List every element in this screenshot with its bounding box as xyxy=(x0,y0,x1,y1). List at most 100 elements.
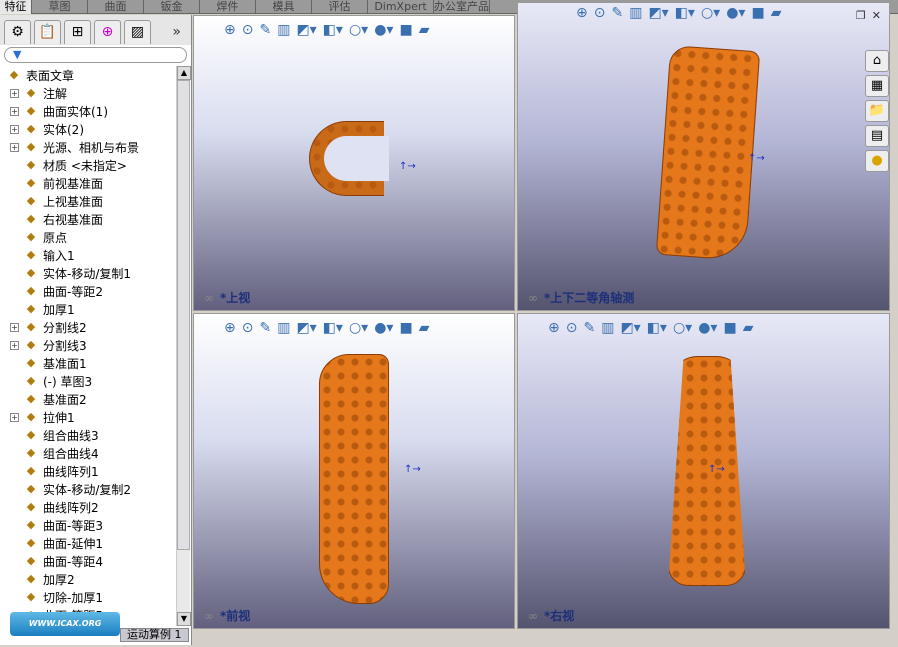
tree-item[interactable]: ◆ 实体-移动/复制1 xyxy=(0,264,176,282)
configuration-manager-tab[interactable]: ⊞ xyxy=(64,20,91,44)
tree-item[interactable]: ◆ 表面文章 xyxy=(0,66,176,84)
tree-item[interactable]: ◆ 材质 <未指定> xyxy=(0,156,176,174)
tree-item[interactable]: ◆ 加厚2 xyxy=(0,570,176,588)
view-tool-icon[interactable]: ⊕ xyxy=(224,320,236,336)
command-tab[interactable]: 焊件 xyxy=(200,0,256,14)
tree-item[interactable]: ◆ 曲线阵列1 xyxy=(0,462,176,480)
view-tool-icon[interactable]: ■ xyxy=(751,5,764,21)
view-tool-icon[interactable]: ○▾ xyxy=(349,22,368,38)
tree-item[interactable]: ◆ 加厚1 xyxy=(0,300,176,318)
view-tool-icon[interactable]: ◩▾ xyxy=(296,320,316,336)
view-tool-icon[interactable]: ⊙ xyxy=(566,320,578,336)
view-tool-icon[interactable]: ○▾ xyxy=(349,320,368,336)
link-views-icon[interactable]: ∞ xyxy=(528,291,538,305)
tree-item[interactable]: ◆ 输入1 xyxy=(0,246,176,264)
tree-scrollbar[interactable]: ▲ ▼ xyxy=(176,66,191,626)
view-tool-icon[interactable]: ●▾ xyxy=(698,320,717,336)
tree-item[interactable]: + ◆ 拉伸1 xyxy=(0,408,176,426)
tree-item[interactable]: ◆ 曲线阵列2 xyxy=(0,498,176,516)
view-tool-icon[interactable]: ▰ xyxy=(743,320,754,336)
tree-item[interactable]: ◆ 原点 xyxy=(0,228,176,246)
view-tool-icon[interactable]: ⊙ xyxy=(242,22,254,38)
view-tool-icon[interactable]: ▥ xyxy=(277,320,290,336)
display-manager-tab[interactable]: ▨ xyxy=(124,20,151,44)
view-tool-icon[interactable]: ■ xyxy=(399,22,412,38)
graphics-viewport[interactable]: ⊕ ⊙ ✎ ▥ ◩▾ ◧▾ ○▾ ●▾ ■ ▰ ↑→ ∞ *上下二等角轴测 ❐ ✕ xyxy=(517,2,890,311)
view-tool-icon[interactable]: ⊙ xyxy=(242,320,254,336)
view-tool-icon[interactable]: ✎ xyxy=(259,320,271,336)
command-tab[interactable]: 草图 xyxy=(32,0,88,14)
tree-item[interactable]: ◆ 曲面-等距4 xyxy=(0,552,176,570)
view-tool-icon[interactable]: ✎ xyxy=(259,22,271,38)
tree-item[interactable]: ◆ 实体-移动/复制2 xyxy=(0,480,176,498)
view-tool-icon[interactable]: ◩▾ xyxy=(620,320,640,336)
appearance-icon[interactable]: ● xyxy=(865,150,889,172)
view-tool-icon[interactable]: ■ xyxy=(723,320,736,336)
tree-item[interactable]: ◆ 基准面2 xyxy=(0,390,176,408)
view-tool-icon[interactable]: ◩▾ xyxy=(296,22,316,38)
tree-item[interactable]: ◆ 曲面-等距3 xyxy=(0,516,176,534)
graphics-viewport[interactable]: ⊕ ⊙ ✎ ▥ ◩▾ ◧▾ ○▾ ●▾ ■ ▰ ↑→ ∞ *前视 xyxy=(193,313,515,629)
view-tool-icon[interactable]: ▥ xyxy=(629,5,642,21)
tree-item[interactable]: ◆ 组合曲线4 xyxy=(0,444,176,462)
graphics-viewport[interactable]: ⊕ ⊙ ✎ ▥ ◩▾ ◧▾ ○▾ ●▾ ■ ▰ ↑→ ∞ *右视 xyxy=(517,313,890,629)
tree-item[interactable]: + ◆ 实体(2) xyxy=(0,120,176,138)
expand-icon[interactable]: + xyxy=(10,106,19,116)
view-tool-icon[interactable]: ⊕ xyxy=(224,22,236,38)
view-tool-icon[interactable]: ●▾ xyxy=(374,22,393,38)
command-tab[interactable]: 曲面 xyxy=(88,0,144,14)
command-tab[interactable]: 评估 xyxy=(312,0,368,14)
view-palette-icon[interactable]: ▤ xyxy=(865,125,889,147)
scroll-down-button[interactable]: ▼ xyxy=(177,612,191,626)
view-tool-icon[interactable]: ○▾ xyxy=(673,320,692,336)
graphics-viewport[interactable]: ⊕ ⊙ ✎ ▥ ◩▾ ◧▾ ○▾ ●▾ ■ ▰ ↑→ ∞ *上视 xyxy=(193,15,515,311)
expand-icon[interactable]: + xyxy=(10,124,19,134)
dimxpert-manager-tab[interactable]: ⊕ xyxy=(94,20,121,44)
expand-icon[interactable]: + xyxy=(10,142,19,152)
view-tool-icon[interactable]: ▰ xyxy=(419,22,430,38)
view-tool-icon[interactable]: ●▾ xyxy=(726,5,745,21)
tree-item[interactable]: ◆ 前视基准面 xyxy=(0,174,176,192)
motion-study-tab[interactable]: 运动算例 1 xyxy=(120,628,189,642)
command-tab[interactable]: 办公室产品 xyxy=(434,0,490,14)
tree-item[interactable]: ◆ 上视基准面 xyxy=(0,192,176,210)
scroll-up-button[interactable]: ▲ xyxy=(177,66,191,80)
view-tool-icon[interactable]: ⊙ xyxy=(594,5,606,21)
scroll-thumb[interactable] xyxy=(177,80,190,550)
home-icon[interactable]: ⌂ xyxy=(865,50,889,72)
tree-item[interactable]: ◆ 切除-加厚1 xyxy=(0,588,176,606)
tree-item[interactable]: ◆ 曲面-等距2 xyxy=(0,282,176,300)
folder-icon[interactable]: 📁 xyxy=(865,100,889,122)
expand-icon[interactable]: + xyxy=(10,412,19,422)
expand-icon[interactable]: + xyxy=(10,340,19,350)
view-tool-icon[interactable]: ✎ xyxy=(611,5,623,21)
close-icon[interactable]: ✕ xyxy=(872,9,881,22)
view-tool-icon[interactable]: ⊕ xyxy=(548,320,560,336)
view-tool-icon[interactable]: ◧▾ xyxy=(323,320,343,336)
view-tool-icon[interactable]: ⊕ xyxy=(576,5,588,21)
view-tool-icon[interactable]: ○▾ xyxy=(701,5,720,21)
link-views-icon[interactable]: ∞ xyxy=(204,609,214,623)
view-tool-icon[interactable]: ■ xyxy=(399,320,412,336)
feature-manager-tab[interactable]: ⚙ xyxy=(4,20,31,44)
view-tool-icon[interactable]: ◧▾ xyxy=(675,5,695,21)
design-library-icon[interactable]: ▦ xyxy=(865,75,889,97)
view-tool-icon[interactable]: ◩▾ xyxy=(648,5,668,21)
view-tool-icon[interactable]: ◧▾ xyxy=(647,320,667,336)
view-tool-icon[interactable]: ▰ xyxy=(771,5,782,21)
view-tool-icon[interactable]: ✎ xyxy=(583,320,595,336)
view-tool-icon[interactable]: ▥ xyxy=(277,22,290,38)
view-tool-icon[interactable]: ●▾ xyxy=(374,320,393,336)
tree-item[interactable]: ◆ 基准面1 xyxy=(0,354,176,372)
expand-icon[interactable]: + xyxy=(10,88,19,98)
view-tool-icon[interactable]: ▥ xyxy=(601,320,614,336)
tree-item[interactable]: + ◆ 分割线2 xyxy=(0,318,176,336)
property-manager-tab[interactable]: 📋 xyxy=(34,20,61,44)
command-tab[interactable]: 特征 xyxy=(0,0,32,14)
tree-item[interactable]: ◆ 右视基准面 xyxy=(0,210,176,228)
command-tab[interactable]: DimXpert xyxy=(368,0,434,14)
tree-item[interactable]: ◆ 曲面-延伸1 xyxy=(0,534,176,552)
tree-item[interactable]: + ◆ 分割线3 xyxy=(0,336,176,354)
tree-filter-input[interactable]: ▼ xyxy=(4,47,187,63)
tree-item[interactable]: ◆ (-) 草图3 xyxy=(0,372,176,390)
